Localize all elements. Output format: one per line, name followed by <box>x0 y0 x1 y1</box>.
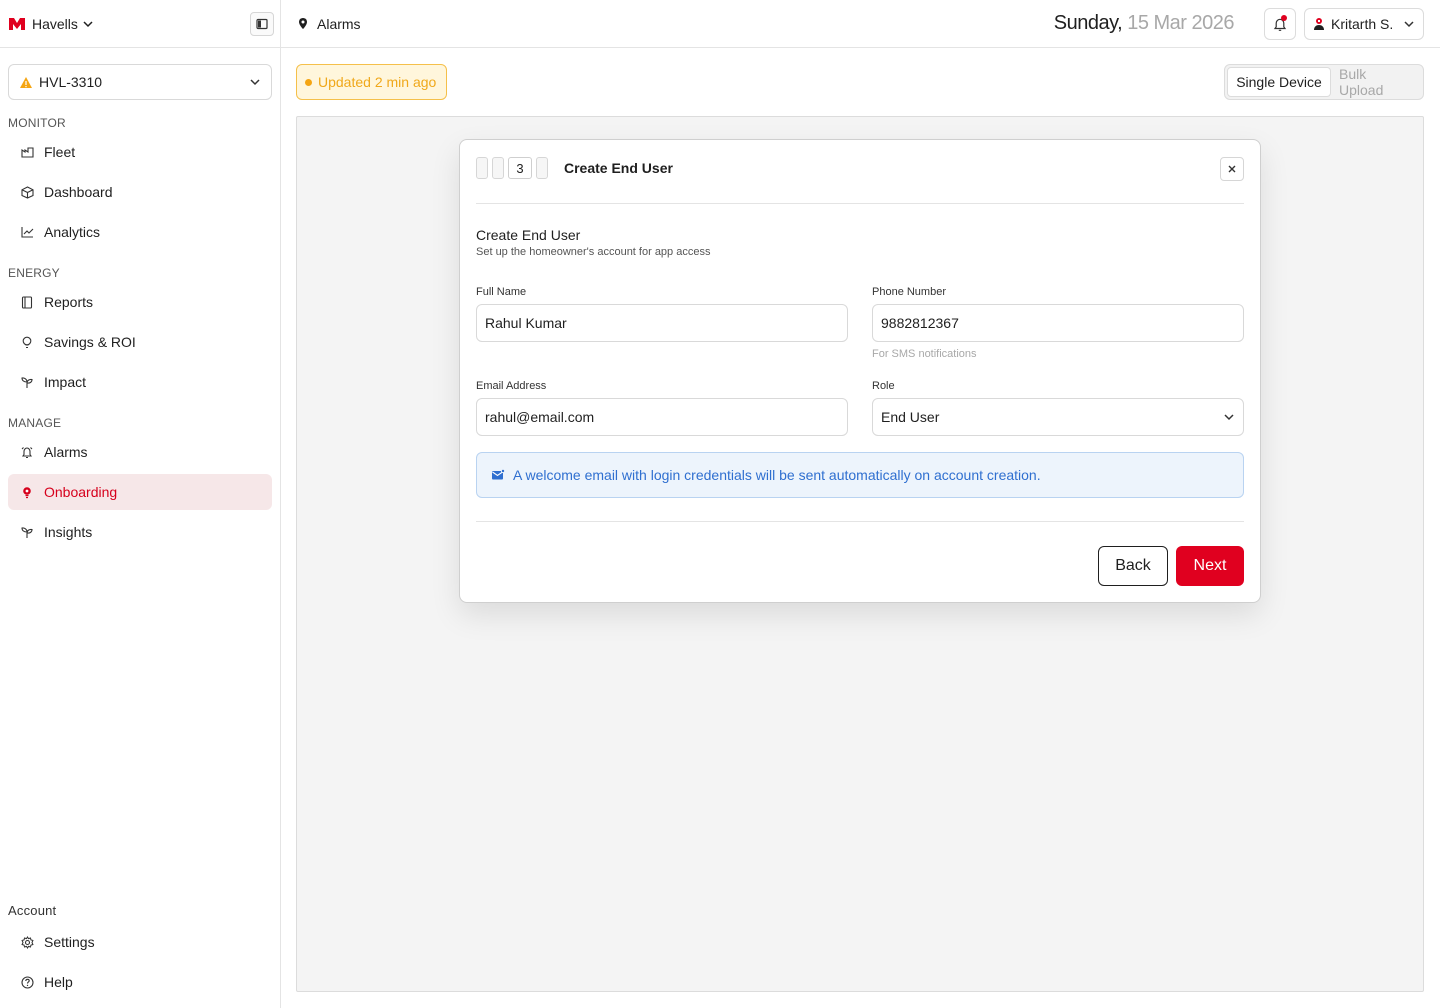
gear-icon <box>20 935 34 949</box>
warning-icon <box>20 76 32 88</box>
current-date: Sunday, 15 Mar 2026 <box>1053 12 1235 35</box>
section-account: Account <box>8 903 57 918</box>
sidebar-item-alarms[interactable]: Alarms <box>8 434 272 470</box>
chevron-down-icon[interactable] <box>82 18 94 30</box>
sidebar-item-label: Insights <box>44 524 93 540</box>
sidebar-item-reports[interactable]: Reports <box>8 284 272 320</box>
sidebar-item-label: Alarms <box>44 444 88 460</box>
collapse-sidebar-button[interactable] <box>250 11 274 36</box>
topbar: Alarms Sunday, 15 Mar 2026 Kritarth S. <box>281 0 1440 48</box>
notification-dot <box>1281 15 1287 21</box>
report-icon <box>20 295 34 309</box>
sidebar-item-label: Dashboard <box>44 184 113 200</box>
chevron-down-icon <box>250 79 260 86</box>
role-value: End User <box>881 409 940 425</box>
sidebar-item-label: Help <box>44 974 73 990</box>
chart-icon <box>20 225 34 239</box>
role-select[interactable]: End User <box>872 398 1244 436</box>
sidebar-item-label: Savings & ROI <box>44 334 136 350</box>
sidebar-item-help[interactable]: Help <box>8 964 272 1000</box>
create-end-user-modal: 3 Create End User Create End User Set up… <box>459 139 1261 603</box>
sidebar-item-label: Fleet <box>44 144 76 160</box>
close-icon <box>1228 165 1236 173</box>
device-select[interactable]: HVL-3310 <box>8 64 272 100</box>
chevron-down-icon <box>1404 21 1414 28</box>
sidebar: Havells HVL-3310 MONITOR Fleet Dashboard… <box>0 0 281 1008</box>
status-badge: Updated 2 min ago <box>296 64 447 100</box>
email-value: rahul@email.com <box>485 409 595 425</box>
fleet-icon <box>20 145 34 159</box>
back-button[interactable]: Back <box>1098 546 1168 586</box>
step-indicator: 3 <box>476 157 548 179</box>
full-name-input[interactable]: Rahul Kumar <box>476 304 848 342</box>
form-subtitle: Set up the homeowner's account for app a… <box>476 246 711 258</box>
section-manage: MANAGE <box>8 416 62 430</box>
sidebar-item-label: Impact <box>44 374 87 390</box>
phone-helper: For SMS notifications <box>872 348 977 360</box>
divider <box>476 521 1244 522</box>
date-value: 15 Mar 2026 <box>1122 12 1234 34</box>
mail-icon <box>492 469 505 480</box>
brand-row: Havells <box>0 0 280 48</box>
chevron-down-icon <box>1224 414 1234 421</box>
step-2 <box>492 157 504 179</box>
notifications-button[interactable] <box>1264 8 1296 40</box>
bell-icon <box>20 445 34 459</box>
sidebar-item-label: Settings <box>44 934 95 950</box>
info-text: A welcome email with login credentials w… <box>513 467 1041 483</box>
step-1 <box>476 157 488 179</box>
step-4 <box>536 157 548 179</box>
bulb-icon <box>20 485 34 499</box>
sprout-icon <box>20 375 34 389</box>
single-device-tab[interactable]: Single Device <box>1227 67 1331 97</box>
cube-icon <box>20 185 34 199</box>
close-button[interactable] <box>1220 157 1244 181</box>
sidebar-item-impact[interactable]: Impact <box>8 364 272 400</box>
next-button[interactable]: Next <box>1176 546 1244 586</box>
sidebar-item-settings[interactable]: Settings <box>8 924 272 960</box>
status-text: Updated 2 min ago <box>318 74 437 90</box>
status-dot <box>305 78 312 86</box>
user-name: Kritarth S. <box>1331 16 1394 32</box>
sidebar-item-fleet[interactable]: Fleet <box>8 134 272 170</box>
sidebar-item-dashboard[interactable]: Dashboard <box>8 174 272 210</box>
sidebar-item-label: Reports <box>44 294 94 310</box>
full-name-label: Full Name <box>476 286 527 298</box>
phone-label: Phone Number <box>872 286 946 298</box>
info-banner: A welcome email with login credentials w… <box>476 452 1244 498</box>
divider <box>476 203 1244 204</box>
avatar-icon <box>1314 18 1324 30</box>
sidebar-item-savings[interactable]: Savings & ROI <box>8 324 272 360</box>
brand-switcher[interactable]: Havells <box>32 16 78 32</box>
date-day: Sunday, <box>1053 12 1123 34</box>
mode-toggle: Single Device Bulk Upload <box>1224 64 1424 100</box>
section-energy: ENERGY <box>8 266 60 280</box>
section-monitor: MONITOR <box>8 116 66 130</box>
sidebar-item-label: Analytics <box>44 224 101 240</box>
help-icon <box>20 975 34 989</box>
role-label: Role <box>872 380 895 392</box>
breadcrumb[interactable]: Alarms <box>317 16 361 32</box>
phone-value: 9882812367 <box>881 315 959 331</box>
sidebar-item-insights[interactable]: Insights <box>8 514 272 550</box>
sidebar-item-label: Onboarding <box>44 484 118 500</box>
step-current: 3 <box>508 157 532 179</box>
havells-logo-icon <box>9 17 25 30</box>
sprout-icon <box>20 525 34 539</box>
phone-input[interactable]: 9882812367 <box>872 304 1244 342</box>
user-menu-button[interactable]: Kritarth S. <box>1304 8 1424 40</box>
form-title: Create End User <box>476 227 581 243</box>
bulk-upload-tab[interactable]: Bulk Upload <box>1331 66 1421 98</box>
sidebar-item-onboarding[interactable]: Onboarding <box>8 474 272 510</box>
location-pin-icon <box>299 17 307 29</box>
email-input[interactable]: rahul@email.com <box>476 398 848 436</box>
device-id: HVL-3310 <box>39 74 103 90</box>
modal-title: Create End User <box>564 160 673 176</box>
sidebar-item-analytics[interactable]: Analytics <box>8 214 272 250</box>
sidebar-toggle-icon <box>256 18 268 29</box>
full-name-value: Rahul Kumar <box>485 315 567 331</box>
bulb-icon <box>20 335 34 349</box>
email-label: Email Address <box>476 380 547 392</box>
